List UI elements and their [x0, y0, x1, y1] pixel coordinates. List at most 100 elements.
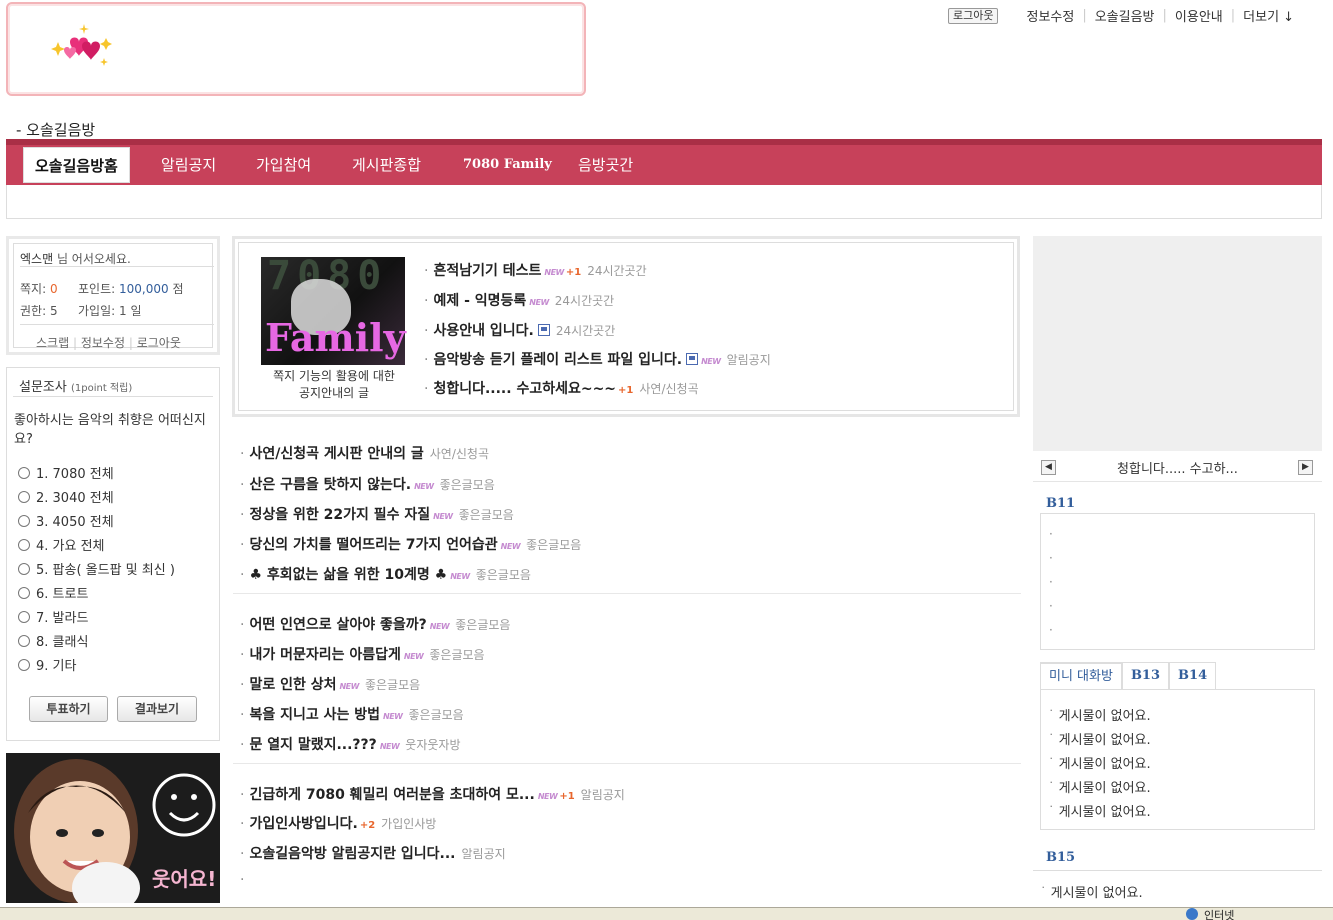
mini-tabs: 미니 대화방 B13 B14 — [1040, 662, 1217, 690]
result-button[interactable]: 결과보기 — [117, 696, 197, 722]
b11-box: · · · · · — [1040, 513, 1315, 650]
image-text-family: Family — [265, 315, 406, 360]
globe-icon — [1186, 908, 1198, 920]
b11-empty-list: · · · · · — [1049, 527, 1053, 637]
list-item[interactable]: · 청합니다..... 수고하세요~~~ +1 사연/신청곡 — [424, 378, 699, 398]
menu-tab-boards[interactable]: 게시판종합 — [341, 147, 432, 183]
list-item: ˙ 게시물이 없어요. — [1048, 781, 1151, 796]
logout-button[interactable]: 로그아웃 — [948, 7, 999, 24]
poll-option[interactable]: 6. 트로트 — [18, 583, 175, 607]
radio-button[interactable] — [18, 611, 30, 623]
divider — [1033, 870, 1322, 871]
family-image-caption[interactable]: 쪽지 기능의 활용에 대한 공지안내의 글 — [266, 368, 402, 402]
radio-button[interactable] — [18, 563, 30, 575]
poll-option[interactable]: 1. 7080 전체 — [18, 463, 175, 487]
divider — [20, 324, 214, 325]
cafe-title[interactable]: - 오솔길음방 — [16, 119, 95, 140]
list-item[interactable]: · 예제 - 익명등록 NEW 24시간곳간 — [424, 290, 614, 310]
list-item[interactable]: · 가입인사방입니다. +2 가입인사방 — [240, 813, 436, 833]
image-attachment-icon — [537, 324, 550, 336]
poll-title: 설문조사 (1point 적립) — [19, 380, 133, 395]
b15-title[interactable]: B15 — [1046, 850, 1075, 865]
poll-option[interactable]: 9. 기타 — [18, 655, 175, 679]
join-info: 가입일: 1 일 — [78, 304, 142, 318]
radio-button[interactable] — [18, 539, 30, 551]
sub-menu-bar — [6, 185, 1322, 219]
radio-button[interactable] — [18, 659, 30, 671]
menu-tab-join[interactable]: 가입참여 — [245, 147, 322, 183]
top-link-more[interactable]: 더보기 ↓ — [1243, 6, 1294, 25]
top-link-profile[interactable]: 정보수정 — [1026, 6, 1074, 25]
divider — [13, 396, 213, 397]
list-item[interactable]: · 산은 구름을 탓하지 않는다. NEW 좋은글모음 — [240, 474, 495, 494]
status-zone: 인터넷 — [1204, 909, 1235, 920]
point-info: 포인트: 100,000 점 — [78, 282, 184, 296]
radio-button[interactable] — [18, 467, 30, 479]
poll-options: 1. 7080 전체 2. 3040 전체 3. 4050 전체 4. 가요 전… — [18, 463, 175, 679]
menu-tab-home[interactable]: 오솔길음방홈 — [23, 147, 130, 183]
member-info-box: 엑스맨 님 어서오세요. 쪽지: 0 포인트: 100,000 점 권한: 5 … — [6, 236, 220, 355]
tab-b14[interactable]: B14 — [1169, 662, 1217, 690]
tab-mini-chat[interactable]: 미니 대화방 — [1040, 662, 1122, 690]
list-item[interactable]: · 어떤 인연으로 살아야 좋을까? NEW 좋은글모음 — [240, 614, 510, 634]
menu-tab-storage[interactable]: 음방곳간 — [567, 147, 644, 183]
7080-family-image[interactable]: 7080 Family — [261, 253, 406, 365]
divider — [233, 763, 1021, 764]
note-count[interactable]: 쪽지: 0 — [20, 280, 58, 297]
top-navigation: 로그아웃 정보수정 | 오솔길음방 | 이용안내 | 더보기 ↓ — [948, 6, 1294, 25]
list-item[interactable]: · 문 열지 말랬지...??? NEW 웃자웃자방 — [240, 734, 461, 754]
list-item[interactable]: · 사용안내 입니다. 24시간곳간 — [424, 320, 615, 340]
list-item[interactable]: · 긴급하게 7080 훼밀리 여러분을 초대하여 모... NEW +1 알림공지 — [240, 784, 625, 804]
hearts-logo-icon[interactable] — [44, 20, 120, 72]
list-item[interactable]: · ♣ 후회없는 삶을 위한 10계명 ♣ NEW 좋은글모음 — [240, 564, 531, 584]
poll-option[interactable]: 8. 클래식 — [18, 631, 175, 655]
next-arrow-icon[interactable]: ▶ — [1298, 460, 1313, 475]
poll-option[interactable]: 7. 발라드 — [18, 607, 175, 631]
list-item[interactable]: · 정상을 위한 22가지 필수 자질 NEW 좋은글모음 — [240, 504, 514, 524]
greeting: 엑스맨 님 어서오세요. — [20, 252, 131, 266]
rolling-notice-text[interactable]: 청합니다..... 수고하... — [1033, 458, 1322, 477]
b11-title[interactable]: B11 — [1046, 496, 1075, 511]
scrap-link[interactable]: 스크랩 — [36, 336, 69, 350]
poll-option[interactable]: 5. 팝송( 올드팝 및 최신 ) — [18, 559, 175, 583]
menu-tab-7080-family[interactable]: 7080 Family — [452, 147, 563, 183]
list-item: ˙ 게시물이 없어요. — [1048, 733, 1151, 748]
poll-box: 설문조사 (1point 적립) 좋아하시는 음악의 취향은 어떠신지요? 1.… — [6, 367, 220, 741]
list-item: ˙ 게시물이 없어요. — [1048, 709, 1151, 724]
radio-button[interactable] — [18, 515, 30, 527]
top-link-guide[interactable]: 이용안내 — [1175, 6, 1223, 25]
radio-button[interactable] — [18, 491, 30, 503]
right-banner-image[interactable] — [1033, 236, 1322, 451]
edit-profile-link[interactable]: 정보수정 — [81, 336, 125, 350]
list-item[interactable]: · 오솔길음악방 알림공지란 입니다... 알림공지 — [240, 843, 506, 863]
tab-b13[interactable]: B13 — [1121, 662, 1170, 690]
poll-option[interactable]: 3. 4050 전체 — [18, 511, 175, 535]
list-item[interactable]: · 흔적남기기 테스트 NEW +1 24시간곳간 — [424, 260, 647, 280]
image-attachment-icon — [686, 353, 699, 365]
list-item[interactable]: · 사연/신청곡 게시판 안내의 글 사연/신청곡 — [240, 443, 489, 463]
member-links: 스크랩 | 정보수정 | 로그아웃 — [36, 336, 181, 350]
divider — [233, 593, 1021, 594]
logout-link[interactable]: 로그아웃 — [137, 336, 181, 350]
list-item[interactable]: · 당신의 가치를 떨어뜨리는 7가지 언어습관 NEW 좋은글모음 — [240, 534, 581, 554]
radio-button[interactable] — [18, 635, 30, 647]
top-link-cafe[interactable]: 오솔길음방 — [1095, 6, 1155, 25]
vote-button[interactable]: 투표하기 — [29, 696, 108, 722]
main-menu-bar: 오솔길음방홈 알림공지 가입참여 게시판종합 7080 Family 음방곳간 — [6, 139, 1322, 185]
separator: | — [1082, 8, 1087, 23]
list-item[interactable]: · 말로 인한 상처 NEW 좋은글모음 — [240, 674, 420, 694]
smile-banner-image[interactable]: 웃어요! — [6, 753, 220, 903]
list-item: ˙ 게시물이 없어요. — [1048, 805, 1151, 820]
list-item: ˙ 게시물이 없어요. — [1040, 886, 1143, 901]
poll-option[interactable]: 4. 가요 전체 — [18, 535, 175, 559]
radio-button[interactable] — [18, 587, 30, 599]
poll-question: 좋아하시는 음악의 취향은 어떠신지요? — [14, 413, 206, 447]
separator: | — [1162, 8, 1167, 23]
list-item[interactable]: · 복을 지니고 사는 방법 NEW 좋은글모음 — [240, 704, 464, 724]
mini-chat-box: ˙ 게시물이 없어요. ˙ 게시물이 없어요. ˙ 게시물이 없어요. ˙ 게시… — [1040, 689, 1315, 830]
poll-option[interactable]: 2. 3040 전체 — [18, 487, 175, 511]
list-item[interactable]: · 내가 머문자리는 아름답게 NEW 좋은글모음 — [240, 644, 485, 664]
menu-tab-notice[interactable]: 알림공지 — [150, 147, 227, 183]
list-item[interactable]: · 음악방송 듣기 플레이 리스트 파일 입니다. NEW 알림공지 — [424, 349, 771, 369]
list-item[interactable]: · — [240, 872, 249, 888]
